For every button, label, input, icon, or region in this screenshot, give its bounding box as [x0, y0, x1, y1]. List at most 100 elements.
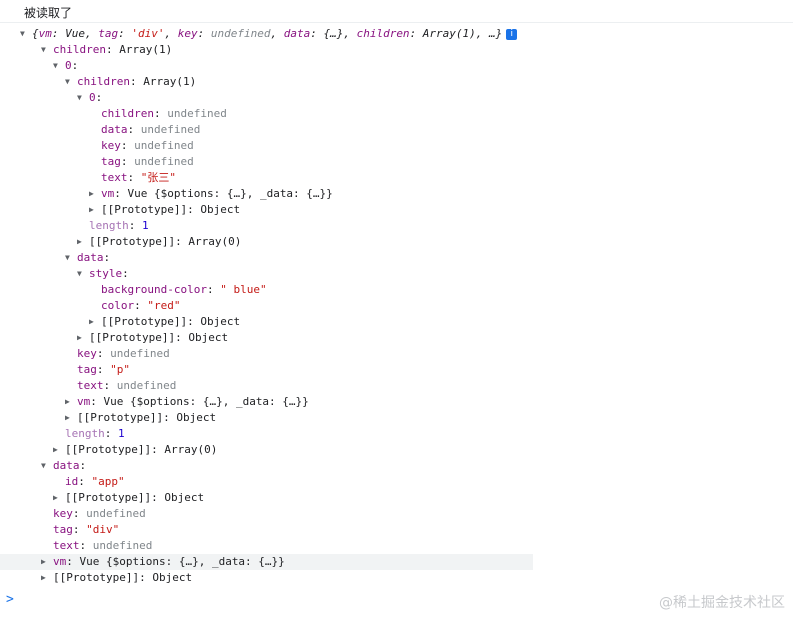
token: [[Prototype]]	[89, 331, 176, 344]
token: : Array(1)	[105, 43, 173, 56]
token: "app"	[91, 475, 125, 488]
tree-row-root[interactable]: ▼ {vm: Vue, tag: 'div', key: undefined, d…	[20, 26, 518, 42]
expanded-arrow-icon[interactable]: ▼	[65, 250, 75, 266]
token: undefined	[116, 379, 177, 392]
token: :	[103, 379, 117, 392]
tree-row-r4[interactable]: ▼ 0:	[77, 90, 102, 106]
tree-row-r3[interactable]: ▼ children: Array(1)	[65, 74, 196, 90]
collapsed-arrow-icon[interactable]: ▶	[89, 202, 99, 218]
collapsed-arrow-icon[interactable]: ▶	[65, 394, 75, 410]
expanded-arrow-icon[interactable]: ▼	[65, 74, 75, 90]
tree-row-r1[interactable]: ▼ children: Array(1)	[41, 42, 173, 58]
console-prompt[interactable]: >	[6, 592, 14, 607]
tree-row-r28: id: "app"	[65, 474, 125, 490]
expanded-arrow-icon[interactable]: ▼	[20, 26, 30, 42]
tree-row-r27[interactable]: ▼ data:	[41, 458, 86, 474]
token: vm	[77, 395, 91, 408]
tree-row-r33[interactable]: ▶ vm: Vue {$options: {…}, _data: {…}}	[41, 554, 285, 570]
token: : Array(0)	[151, 443, 218, 456]
token: :	[120, 155, 135, 168]
token: {	[32, 27, 39, 40]
token: style	[89, 267, 123, 280]
expanded-arrow-icon[interactable]: ▼	[53, 58, 63, 74]
tree-row-r26[interactable]: ▶ [[Prototype]]: Array(0)	[53, 442, 218, 458]
token: vm	[38, 27, 52, 40]
token: :	[120, 139, 135, 152]
tree-row-r5: children: undefined	[101, 106, 227, 122]
token: children	[77, 75, 130, 88]
expanded-arrow-icon[interactable]: ▼	[41, 458, 51, 474]
token: children	[101, 107, 154, 120]
token: undefined	[110, 347, 170, 360]
token: :	[71, 59, 79, 72]
collapsed-arrow-icon[interactable]: ▶	[77, 330, 87, 346]
token: [[Prototype]]	[77, 411, 164, 424]
collapsed-arrow-icon[interactable]: ▶	[89, 186, 99, 202]
tree-row-r30: key: undefined	[53, 506, 146, 522]
token: : Object	[187, 203, 241, 216]
token: undefined	[210, 27, 271, 40]
token: text	[77, 379, 104, 392]
token: color	[101, 299, 135, 312]
collapsed-arrow-icon[interactable]: ▶	[41, 570, 51, 586]
collapsed-arrow-icon[interactable]: ▶	[53, 442, 63, 458]
tree-row-r34[interactable]: ▶ [[Prototype]]: Object	[41, 570, 192, 586]
token: key	[53, 507, 73, 520]
token: [[Prototype]]	[65, 443, 152, 456]
token: undefined	[167, 107, 227, 120]
tree-row-r7: key: undefined	[101, 138, 194, 154]
watermark: @稀土掘金技术社区	[659, 595, 785, 611]
token: " blue"	[220, 283, 267, 296]
tree-row-r2[interactable]: ▼ 0:	[53, 58, 79, 74]
token: 0	[89, 91, 96, 104]
token: undefined	[134, 155, 194, 168]
token: :	[127, 123, 141, 136]
token: :	[103, 251, 111, 264]
expanded-arrow-icon[interactable]: ▼	[41, 42, 51, 58]
token: :	[206, 283, 221, 296]
tree-row-r9: text: "张三"	[101, 170, 176, 186]
tree-row-r14[interactable]: ▼ data:	[65, 250, 111, 266]
token: : Vue,	[51, 27, 99, 40]
token: key	[101, 139, 121, 152]
token: :	[134, 299, 148, 312]
tree-row-r20: key: undefined	[77, 346, 170, 362]
tree-row-r25: length: 1	[65, 426, 125, 442]
token: : Vue {$options: {…}, _data: {…}}	[66, 555, 285, 568]
tree-row-r23[interactable]: ▶ vm: Vue {$options: {…}, _data: {…}}	[65, 394, 309, 410]
collapsed-arrow-icon[interactable]: ▶	[77, 234, 87, 250]
token: 1	[142, 219, 149, 232]
token: length	[89, 219, 129, 232]
expanded-arrow-icon[interactable]: ▼	[77, 90, 87, 106]
token: 'div'	[131, 27, 165, 40]
tree-row-r10[interactable]: ▶ vm: Vue {$options: {…}, _data: {…}}	[89, 186, 333, 202]
tree-row-r15[interactable]: ▼ style:	[77, 266, 129, 282]
tree-row-r16: background-color: " blue"	[101, 282, 267, 298]
collapsed-arrow-icon[interactable]: ▶	[89, 314, 99, 330]
token: background-color	[101, 283, 207, 296]
collapsed-arrow-icon[interactable]: ▶	[41, 554, 51, 570]
collapsed-arrow-icon[interactable]: ▶	[53, 490, 63, 506]
tree-row-r24[interactable]: ▶ [[Prototype]]: Object	[65, 410, 216, 426]
tree-row-r11[interactable]: ▶ [[Prototype]]: Object	[89, 202, 241, 218]
token: :	[153, 107, 168, 120]
tree-row-r19[interactable]: ▶ [[Prototype]]: Object	[77, 330, 228, 346]
token: [[Prototype]]	[65, 491, 152, 504]
token: 1	[118, 427, 125, 440]
info-icon[interactable]: i	[506, 28, 518, 40]
tree-row-r18[interactable]: ▶ [[Prototype]]: Object	[89, 314, 240, 330]
tree-row-r29[interactable]: ▶ [[Prototype]]: Object	[53, 490, 204, 506]
token: undefined	[134, 139, 194, 152]
tree-row-r17: color: "red"	[101, 298, 181, 314]
token: children	[356, 27, 410, 40]
tree-row-r32: text: undefined	[53, 538, 152, 554]
token: ,	[270, 27, 284, 40]
tree-row-r13[interactable]: ▶ [[Prototype]]: Array(0)	[77, 234, 241, 250]
expanded-arrow-icon[interactable]: ▼	[77, 266, 87, 282]
tree-row-r6: data: undefined	[101, 122, 200, 138]
collapsed-arrow-icon[interactable]: ▶	[65, 410, 75, 426]
token: data	[101, 123, 128, 136]
token: :	[118, 27, 132, 40]
token: id	[65, 475, 79, 488]
token: text	[101, 171, 128, 184]
